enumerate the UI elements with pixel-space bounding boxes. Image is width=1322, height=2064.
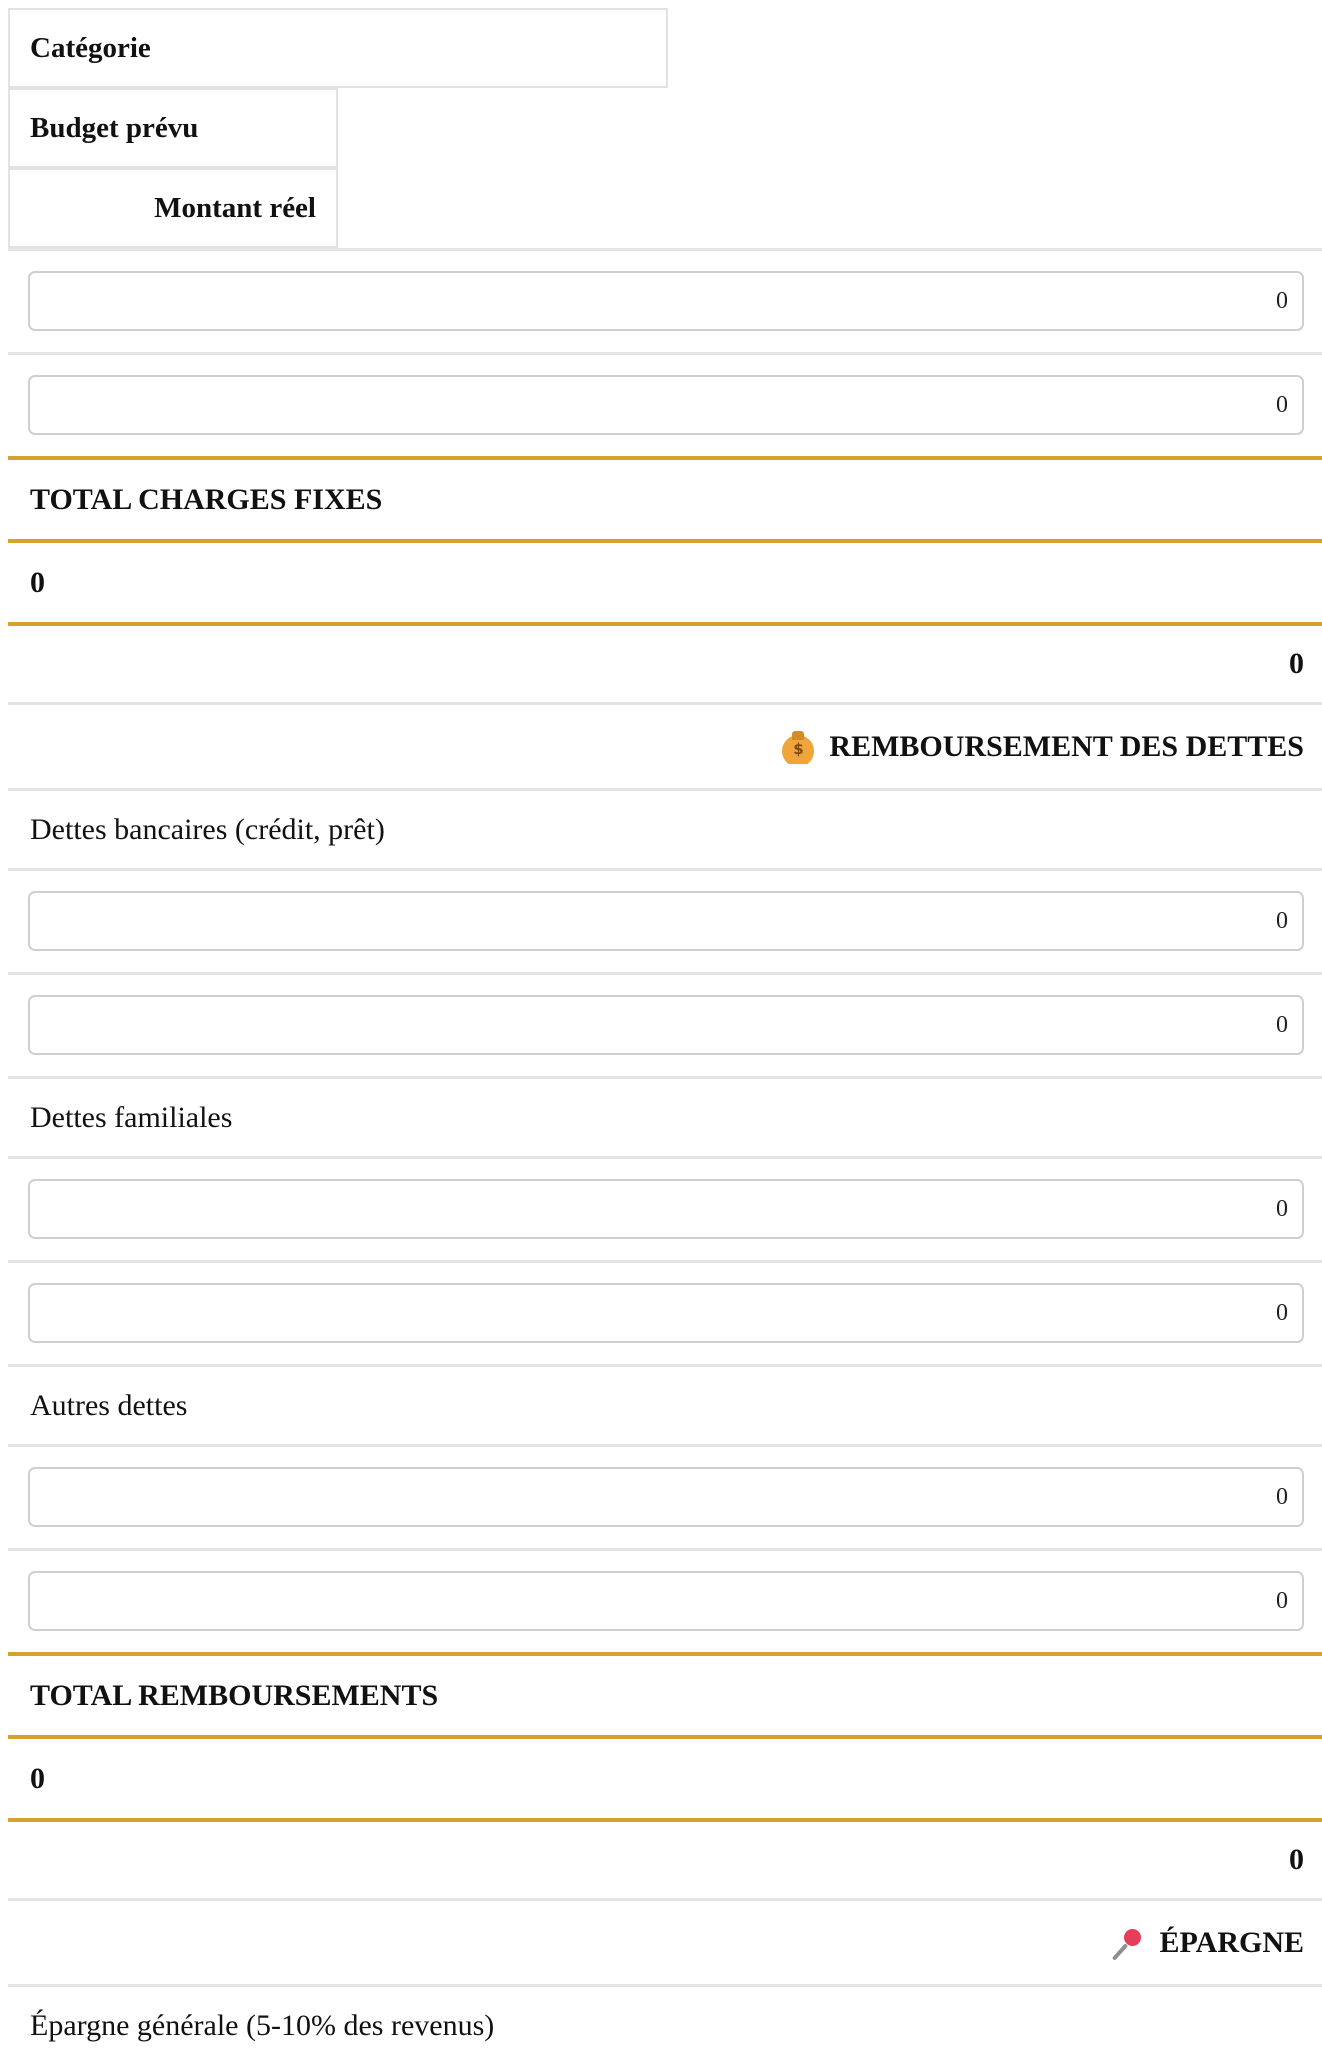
budget-input[interactable]: [28, 1467, 1304, 1527]
table-row: [8, 352, 1322, 456]
total-budget-value: 0: [30, 565, 45, 599]
table-row: [8, 1548, 1322, 1652]
table-row: Dettes bancaires (crédit, prêt): [8, 788, 1322, 868]
total-budget-value: 0: [30, 1761, 45, 1795]
pin-icon: [1112, 1926, 1146, 1960]
section-header-savings: ÉPARGNE: [8, 1898, 1322, 1984]
table-row: [8, 1260, 1322, 1364]
section-title-savings: ÉPARGNE: [1112, 1926, 1304, 1960]
table-row: [8, 868, 1322, 972]
total-remboursements-row: TOTAL REMBOURSEMENTS: [8, 1652, 1322, 1735]
section-title-text: REMBOURSEMENT DES DETTES: [829, 729, 1304, 763]
table-row: Dettes familiales: [8, 1076, 1322, 1156]
category-label: Autres dettes: [30, 1388, 188, 1422]
moneybag-icon: [781, 729, 816, 764]
table-row: Épargne générale (5-10% des revenus): [8, 1984, 1322, 2064]
total-charges-fixes-actual-row: 0: [8, 622, 1322, 702]
actual-input[interactable]: [28, 1283, 1304, 1343]
total-actual-value: 0: [1289, 647, 1304, 680]
section-title-debts: REMBOURSEMENT DES DETTES: [781, 729, 1304, 764]
total-charges-fixes-row: TOTAL CHARGES FIXES: [8, 456, 1322, 539]
table-row: [8, 1444, 1322, 1548]
total-label: TOTAL REMBOURSEMENTS: [30, 1678, 439, 1712]
header-actual: Montant réel: [8, 168, 338, 248]
total-remboursements-actual-row: 0: [8, 1818, 1322, 1898]
header-category: Catégorie: [8, 8, 668, 88]
actual-input[interactable]: [28, 995, 1304, 1055]
table-row: [8, 1156, 1322, 1260]
table-row: Autres dettes: [8, 1364, 1322, 1444]
fixed-charge-budget-input[interactable]: [28, 271, 1304, 331]
category-label: Dettes familiales: [30, 1100, 233, 1134]
total-charges-fixes-budget-row: 0: [8, 539, 1322, 622]
category-label: Épargne générale (5-10% des revenus): [30, 2008, 495, 2042]
header-budget: Budget prévu: [8, 88, 338, 168]
section-title-text: ÉPARGNE: [1159, 1925, 1304, 1959]
category-label: Dettes bancaires (crédit, prêt): [30, 812, 385, 846]
actual-input[interactable]: [28, 1571, 1304, 1631]
total-remboursements-budget-row: 0: [8, 1735, 1322, 1818]
table-row: [8, 972, 1322, 1076]
section-header-debts: REMBOURSEMENT DES DETTES: [8, 702, 1322, 788]
budget-input[interactable]: [28, 891, 1304, 951]
total-actual-value: 0: [1289, 1843, 1304, 1876]
fixed-charge-actual-input[interactable]: [28, 375, 1304, 435]
table-body: TOTAL CHARGES FIXES 0 0 REMBOURSEMENT DE…: [8, 248, 1322, 2064]
table-row: [8, 248, 1322, 352]
total-label: TOTAL CHARGES FIXES: [30, 482, 383, 516]
budget-input[interactable]: [28, 1179, 1304, 1239]
